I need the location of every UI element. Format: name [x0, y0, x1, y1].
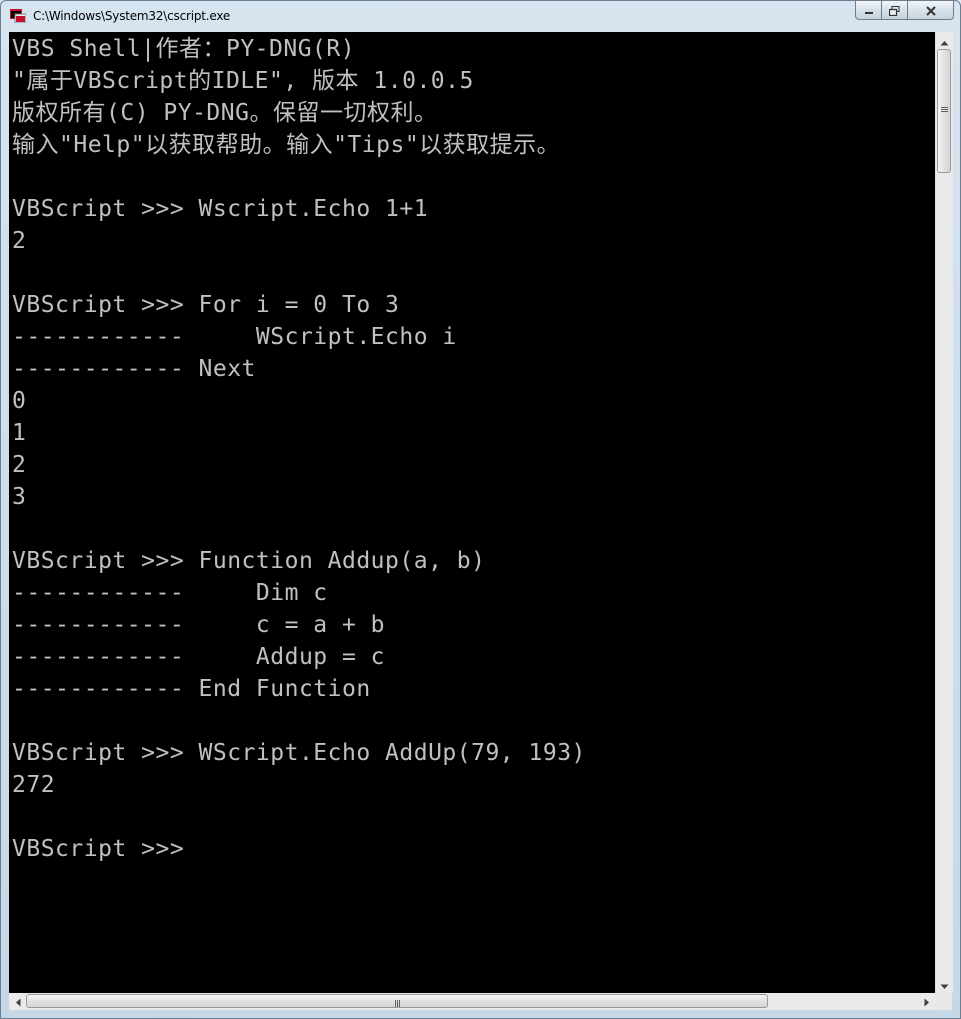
scroll-right-arrow-icon: [924, 992, 930, 1011]
scroll-right-button[interactable]: [918, 993, 935, 1010]
window-title: C:\Windows\System32\cscript.exe: [33, 9, 231, 23]
vertical-scroll-thumb[interactable]: [937, 49, 951, 173]
console-line: ------------ Next: [12, 356, 256, 382]
minimize-button[interactable]: [855, 1, 882, 20]
console-line: VBS Shell|作者：PY-DNG(R): [12, 36, 356, 62]
minimize-icon: [864, 1, 874, 20]
close-icon: [925, 1, 937, 20]
console-prompt[interactable]: VBScript >>>: [12, 833, 586, 865]
console-line: VBScript >>> For i = 0 To 3: [12, 292, 400, 318]
title-bar[interactable]: C:\Windows\System32\cscript.exe: [1, 1, 960, 32]
console-line: 版权所有(C) PY-DNG。保留一切权利。: [12, 100, 438, 126]
console-app-icon[interactable]: [10, 8, 27, 24]
console-line: 1: [12, 420, 27, 446]
maximize-button[interactable]: [882, 1, 908, 20]
maximize-icon: [888, 1, 900, 20]
console-line: ------------ End Function: [12, 676, 371, 702]
scroll-down-button[interactable]: [936, 976, 953, 993]
console-output[interactable]: VBS Shell|作者：PY-DNG(R) "属于VBScript的IDLE"…: [9, 32, 935, 993]
grip-icon: [940, 106, 948, 116]
console-line: VBScript >>> WScript.Echo AddUp(79, 193): [12, 740, 586, 766]
vertical-scrollbar[interactable]: [935, 32, 953, 993]
grip-icon: [394, 992, 401, 1011]
horizontal-scrollbar[interactable]: [9, 993, 935, 1010]
scroll-up-arrow-icon: [940, 31, 949, 50]
console-line: 3: [12, 484, 27, 510]
console-line: 0: [12, 388, 27, 414]
console-line: ------------ Addup = c: [12, 644, 386, 670]
console-line: 2: [12, 452, 27, 478]
console-line: ------------ Dim c: [12, 580, 328, 606]
console-line: ------------ WScript.Echo i: [12, 324, 457, 350]
scroll-left-button[interactable]: [9, 993, 26, 1010]
console-line: VBScript >>> Function Addup(a, b): [12, 548, 486, 574]
console-line: VBScript >>> Wscript.Echo 1+1: [12, 196, 429, 222]
scroll-up-button[interactable]: [936, 32, 953, 49]
horizontal-scroll-thumb[interactable]: [26, 994, 768, 1008]
scroll-left-arrow-icon: [15, 992, 21, 1011]
close-button[interactable]: [908, 1, 954, 20]
console-line: 272: [12, 772, 56, 798]
scroll-down-arrow-icon: [940, 975, 949, 994]
console-window: C:\Windows\System32\cscript.exe VBS Shel…: [0, 0, 961, 1019]
console-lines: VBS Shell|作者：PY-DNG(R) "属于VBScript的IDLE"…: [12, 33, 586, 865]
size-grip[interactable]: [935, 993, 952, 1010]
console-line: 2: [12, 228, 27, 254]
console-line: ------------ c = a + b: [12, 612, 386, 638]
console-line: "属于VBScript的IDLE", 版本 1.0.0.5: [12, 68, 474, 94]
caption-buttons: [855, 1, 954, 21]
console-line: 输入"Help"以获取帮助。输入"Tips"以获取提示。: [12, 132, 561, 158]
